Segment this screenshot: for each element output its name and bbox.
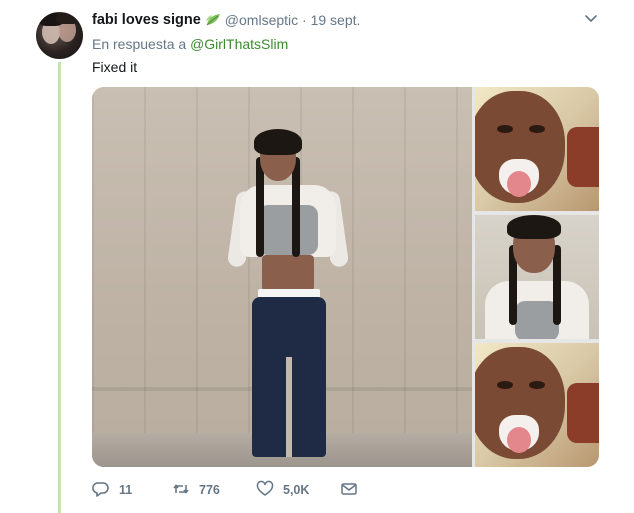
reply-button[interactable]: 11	[92, 480, 172, 501]
tweet-actions: 11 776 5,0K	[92, 480, 358, 500]
like-button[interactable]: 5,0K	[256, 480, 340, 501]
leaf-icon	[205, 13, 221, 27]
retweet-icon	[172, 480, 190, 501]
photo-middle-right[interactable]	[475, 215, 599, 339]
heart-icon	[256, 480, 274, 501]
chevron-down-icon[interactable]	[583, 10, 599, 26]
reply-context: En respuesta a @GirlThatsSlim	[92, 36, 288, 52]
photo-top-right[interactable]	[475, 87, 599, 211]
retweet-button[interactable]: 776	[172, 480, 256, 501]
tweet-text: Fixed it	[92, 59, 138, 75]
retweet-count: 776	[199, 483, 220, 497]
envelope-icon	[340, 480, 358, 501]
reply-count: 11	[119, 483, 133, 497]
handle-and-date[interactable]: @omlseptic · 19 sept.	[225, 12, 361, 28]
media-grid	[92, 87, 599, 467]
like-count: 5,0K	[283, 483, 310, 497]
photo-bottom-right[interactable]	[475, 343, 599, 467]
reply-mention-link[interactable]: @GirlThatsSlim	[190, 36, 288, 52]
reply-prefix: En respuesta a	[92, 36, 187, 52]
direct-message-button[interactable]	[340, 480, 358, 501]
display-name[interactable]: fabi loves signe	[92, 12, 201, 28]
tweet-header: fabi loves signe @omlseptic · 19 sept.	[92, 10, 360, 30]
reply-icon	[92, 480, 110, 501]
photo-main[interactable]	[92, 87, 472, 467]
avatar[interactable]	[36, 12, 83, 59]
thread-connector-line	[58, 62, 61, 513]
